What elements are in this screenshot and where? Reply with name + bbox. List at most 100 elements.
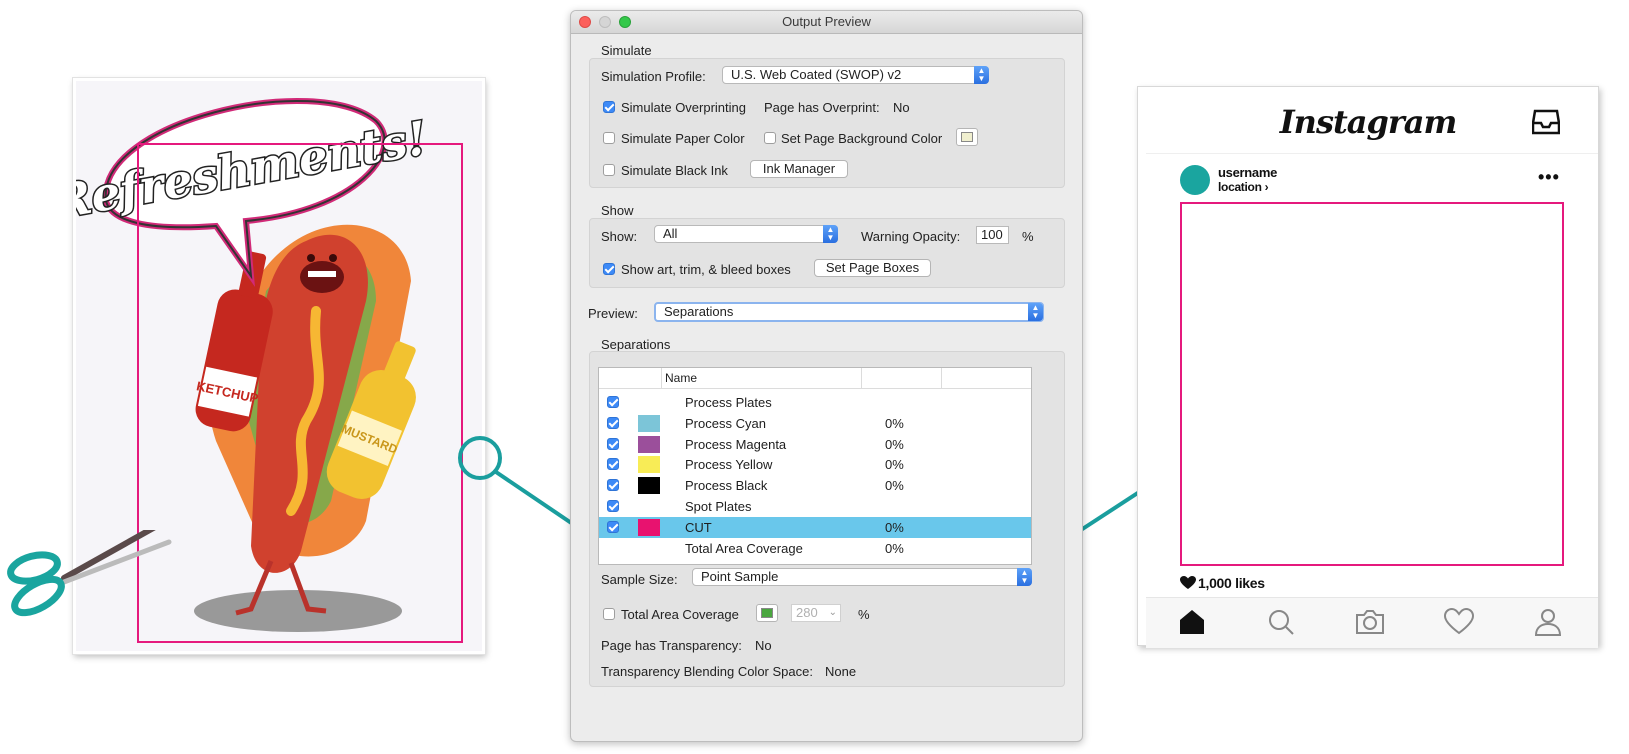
chevron-right-icon: › [1264, 180, 1269, 194]
separation-row[interactable]: Process Cyan 0% [599, 413, 1031, 434]
left-zoom-circle [458, 436, 502, 480]
separation-name: Process Black [685, 478, 768, 493]
total-area-coverage-label: Total Area Coverage [621, 607, 739, 622]
separation-row[interactable]: Total Area Coverage 0% [599, 538, 1031, 559]
ink-manager-button[interactable]: Ink Manager [750, 160, 848, 178]
simulate-group-label: Simulate [601, 43, 652, 58]
simulate-paper-color-label: Simulate Paper Color [621, 131, 745, 146]
simulate-black-ink-checkbox[interactable] [603, 164, 615, 176]
separation-name: CUT [685, 520, 712, 535]
total-area-coverage-checkbox[interactable] [603, 608, 615, 620]
separation-color-swatch [638, 436, 660, 453]
page-has-overprint-label: Page has Overprint: [764, 100, 880, 115]
username[interactable]: username [1218, 165, 1277, 180]
separation-visibility-checkbox[interactable] [607, 458, 619, 470]
header-divider [861, 368, 862, 388]
name-column-header[interactable]: Name [665, 371, 697, 385]
preview-value: Separations [664, 304, 734, 319]
separation-name: Process Cyan [685, 416, 766, 431]
coverage-value-input[interactable]: 280 ⌄ [791, 604, 841, 622]
avatar[interactable] [1180, 165, 1210, 195]
search-icon[interactable] [1267, 608, 1295, 636]
coverage-unit: % [858, 607, 870, 622]
separations-table: Name Process Plates Process Cyan 0% Process… [598, 367, 1032, 565]
chevron-down-icon: ⌄ [828, 607, 837, 618]
simulate-overprinting-checkbox[interactable] [603, 101, 615, 113]
simulation-profile-value: U.S. Web Coated (SWOP) v2 [731, 67, 902, 82]
post-image-cut-frame [1180, 202, 1564, 566]
chevron-updown-icon: ▲ ▼ [823, 225, 838, 243]
coverage-color-button[interactable] [756, 604, 778, 622]
set-page-boxes-button[interactable]: Set Page Boxes [814, 259, 931, 277]
page-background-checkbox[interactable] [764, 132, 776, 144]
separation-color-swatch [638, 456, 660, 473]
page-background-swatch [961, 132, 973, 142]
separation-row[interactable]: CUT 0% [599, 517, 1031, 538]
preview-select[interactable]: Separations ▲ ▼ [654, 302, 1044, 322]
separation-color-swatch [638, 519, 660, 536]
page-has-overprint-value: No [893, 100, 910, 115]
separation-name: Process Plates [685, 395, 772, 410]
separations-table-header: Name [599, 368, 1031, 389]
minimize-window-button[interactable] [599, 16, 611, 28]
bottom-nav [1146, 597, 1598, 648]
blending-space-value: None [825, 664, 857, 679]
page-has-transparency-value: No [755, 638, 772, 653]
separation-coverage-value: 0% [885, 478, 904, 493]
separations-group-label: Separations [601, 337, 671, 352]
zoom-window-button[interactable] [619, 16, 631, 28]
show-boxes-label: Show art, trim, & bleed boxes [621, 262, 791, 277]
separation-color-swatch [638, 477, 660, 494]
show-select[interactable]: All ▲ ▼ [654, 225, 838, 243]
heart-outline-icon[interactable] [1444, 608, 1474, 636]
separation-row[interactable]: Process Magenta 0% [599, 434, 1031, 455]
page-has-transparency-label: Page has Transparency: [601, 638, 742, 653]
show-value: All [663, 226, 678, 241]
separation-visibility-checkbox[interactable] [607, 396, 619, 408]
sample-size-select[interactable]: Point Sample ▲ ▼ [692, 568, 1032, 586]
dialog-titlebar: Output Preview [571, 11, 1082, 34]
separation-row[interactable]: Spot Plates [599, 496, 1031, 517]
chevron-updown-icon: ▲ ▼ [974, 66, 989, 84]
warning-opacity-input[interactable]: 100 [976, 226, 1009, 244]
separation-color-swatch [638, 415, 660, 432]
separation-visibility-checkbox[interactable] [607, 417, 619, 429]
separation-row[interactable]: Process Yellow 0% [599, 454, 1031, 475]
header-divider [1146, 153, 1598, 154]
warning-opacity-label: Warning Opacity: [861, 229, 961, 244]
simulate-paper-color-checkbox[interactable] [603, 132, 615, 144]
show-boxes-checkbox[interactable] [603, 263, 615, 275]
separation-visibility-checkbox[interactable] [607, 438, 619, 450]
simulate-overprinting-label: Simulate Overprinting [621, 100, 746, 115]
output-preview-dialog: Output Preview Simulate Simulation Profi… [570, 10, 1083, 742]
home-icon[interactable] [1178, 608, 1206, 636]
heart-icon [1180, 576, 1196, 589]
separation-visibility-checkbox[interactable] [607, 500, 619, 512]
coverage-swatch [761, 608, 773, 618]
header-divider [661, 368, 662, 388]
page-background-label: Set Page Background Color [781, 131, 943, 146]
separation-coverage-value: 0% [885, 416, 904, 431]
separation-visibility-checkbox[interactable] [607, 479, 619, 491]
separation-visibility-checkbox[interactable] [607, 521, 619, 533]
show-group-label: Show [601, 203, 634, 218]
location[interactable]: location › [1218, 180, 1269, 194]
inbox-icon[interactable] [1532, 109, 1560, 135]
show-label: Show: [601, 229, 638, 244]
separation-name: Process Magenta [685, 437, 787, 452]
separation-coverage-value: 0% [885, 520, 904, 535]
location-text: location [1218, 180, 1262, 194]
separation-row[interactable]: Process Black 0% [599, 475, 1031, 496]
sample-size-value: Point Sample [701, 569, 779, 584]
separation-name: Spot Plates [685, 499, 752, 514]
more-options-icon[interactable]: ••• [1538, 167, 1560, 188]
separation-coverage-value: 0% [885, 437, 904, 452]
chevron-updown-icon: ▲ ▼ [1028, 303, 1043, 321]
simulate-black-ink-label: Simulate Black Ink [621, 163, 728, 178]
camera-icon[interactable] [1355, 608, 1385, 636]
page-background-color-button[interactable] [956, 128, 978, 146]
close-window-button[interactable] [579, 16, 591, 28]
separation-row[interactable]: Process Plates [599, 392, 1031, 413]
simulation-profile-select[interactable]: U.S. Web Coated (SWOP) v2 ▲ ▼ [722, 66, 989, 84]
profile-icon[interactable] [1534, 608, 1562, 636]
